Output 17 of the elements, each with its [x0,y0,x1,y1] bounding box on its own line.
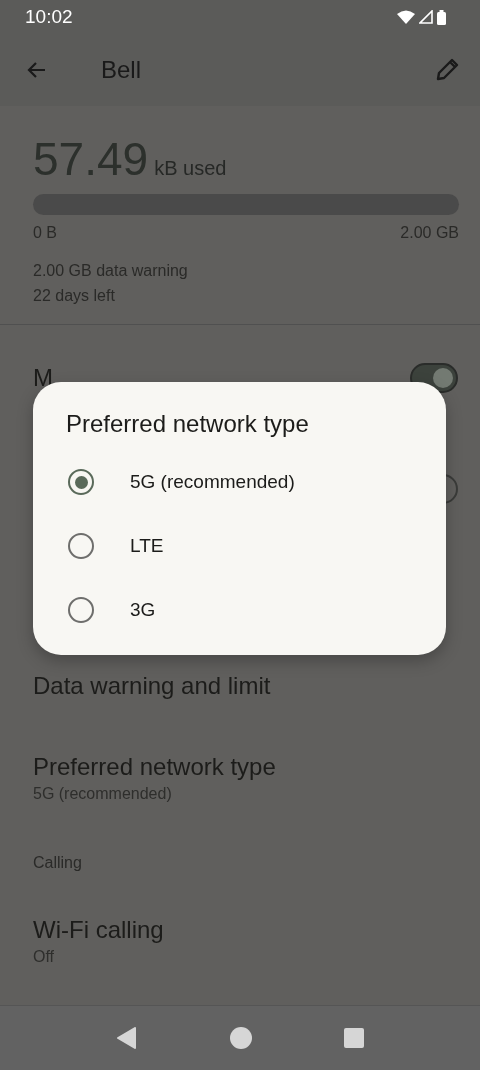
option-label[interactable]: 3G [130,599,156,621]
wifi-icon [397,10,415,24]
back-icon[interactable] [116,1027,138,1049]
usage-unit: kB used [154,157,227,180]
signal-icon [419,10,433,24]
page-title: Bell [101,56,143,84]
status-time: 10:02 [25,6,73,28]
setting-title: M [33,364,53,392]
radio-button[interactable] [68,597,94,623]
radio-button[interactable] [68,533,94,559]
dialog-title: Preferred network type [66,410,310,438]
battery-icon [437,9,446,25]
home-icon[interactable] [230,1027,252,1049]
radio-button[interactable] [68,469,94,495]
pencil-icon[interactable] [434,57,460,83]
option-label[interactable]: 5G (recommended) [130,471,295,493]
option-label[interactable]: LTE [130,535,164,557]
